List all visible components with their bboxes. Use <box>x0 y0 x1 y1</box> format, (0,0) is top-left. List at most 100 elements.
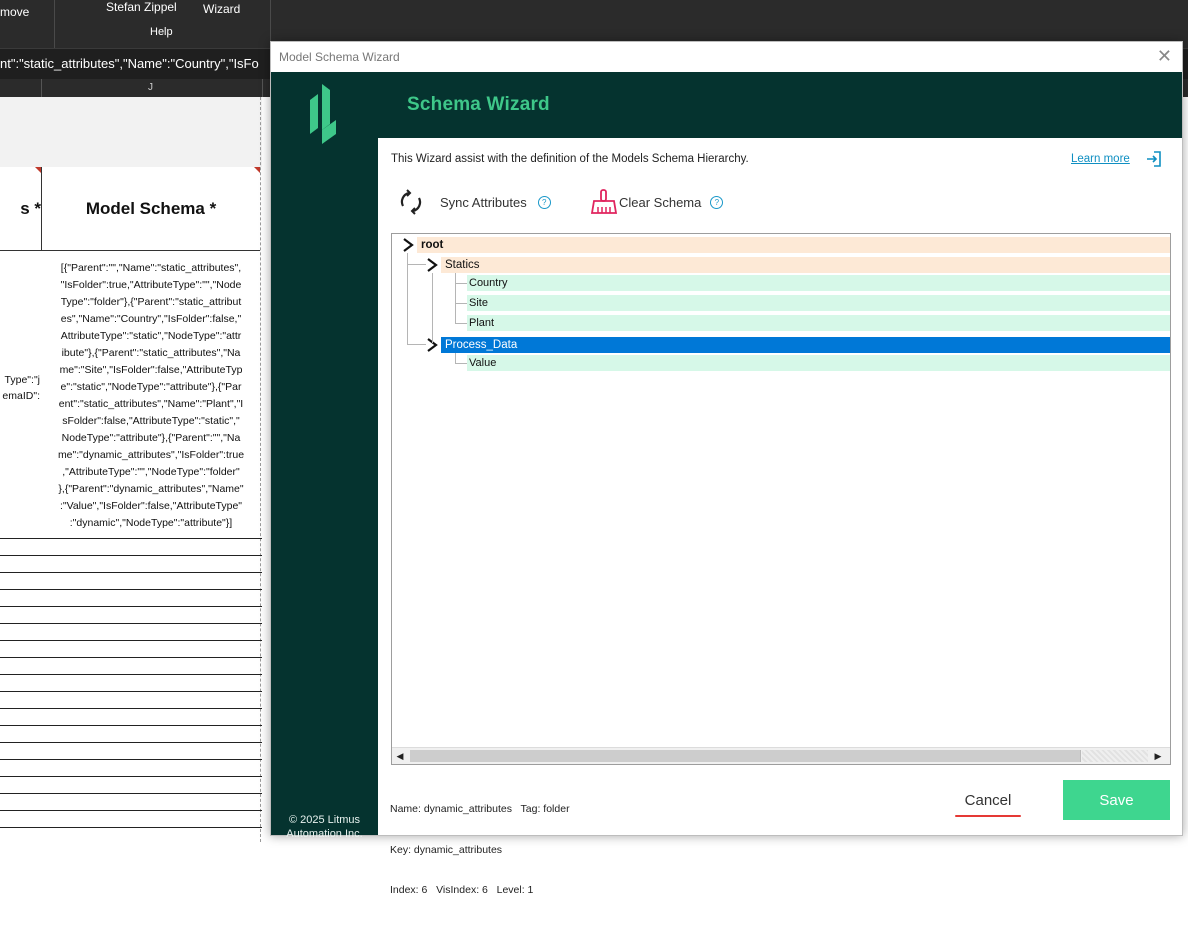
tree-node-statics[interactable]: Statics <box>392 257 1170 273</box>
row-line <box>0 623 262 624</box>
intro-text: This Wizard assist with the definition o… <box>391 153 749 165</box>
json-line: ent":"static_attributes","Name":"Plant",… <box>58 398 244 410</box>
json-line: es","Name":"Country","IsFolder":false," <box>60 313 242 325</box>
scrollbar-track[interactable] <box>1082 750 1148 762</box>
tree-node-label: Value <box>469 357 497 369</box>
brand-sidebar: © 2025 Litmus Automation Inc. <box>271 72 378 840</box>
dialog-titlebar[interactable]: Model Schema Wizard ✕ <box>271 42 1182 72</box>
help-icon[interactable]: ? <box>710 195 724 209</box>
json-line: e":"static","NodeType":"attribute"},{"Pa… <box>60 381 242 393</box>
copyright-line: © 2025 Litmus <box>288 814 361 826</box>
tree-node-label: root <box>421 239 444 251</box>
json-line: sFolder":false,"AttributeType":"static",… <box>62 415 240 427</box>
tree-node-site[interactable]: Site <box>392 295 1170 311</box>
json-line: me":"Site","IsFolder":false,"AttributeTy… <box>59 364 243 376</box>
dialog-title: Model Schema Wizard <box>279 50 400 64</box>
json-line: ibute"},{"Parent":"static_attributes","N… <box>61 347 241 359</box>
row-line <box>0 538 262 539</box>
tree-node-label: Statics <box>445 259 480 271</box>
json-line: [{"Parent":"","Name":"static_attributes"… <box>60 262 242 274</box>
close-icon[interactable]: ✕ <box>1157 46 1172 66</box>
row-line <box>0 776 262 777</box>
dialog-content: This Wizard assist with the definition o… <box>378 138 1182 896</box>
copyright-text: © 2025 Litmus Automation Inc. <box>271 813 378 841</box>
row-line <box>0 555 262 556</box>
json-line: AttributeType":"static","NodeType":"attr <box>60 330 242 342</box>
ribbon-help-group: Help <box>150 26 173 38</box>
row-line <box>0 640 262 641</box>
tree-node-process-data[interactable]: Process_Data <box>392 337 1170 353</box>
header-model-schema-text: Model Schema * <box>85 198 217 218</box>
ribbon-wizard-button[interactable]: Wizard <box>203 2 240 16</box>
cancel-button[interactable]: Cancel <box>953 780 1023 820</box>
json-line: :"dynamic","NodeType":"attribute"}] <box>69 517 233 529</box>
json-line: ,"AttributeType":"","NodeType":"folder" <box>62 466 240 478</box>
scroll-right-icon[interactable]: ▶ <box>1150 748 1166 764</box>
scrollbar-thumb[interactable] <box>410 750 1081 762</box>
broom-icon <box>590 189 618 214</box>
node-status-info: Name: dynamic_attributes Tag: folder Key… <box>390 776 570 925</box>
status-line: Key: dynamic_attributes <box>390 843 503 856</box>
learn-more-link[interactable]: Learn more <box>1071 153 1130 165</box>
chevron-right-icon[interactable] <box>402 238 414 252</box>
json-line: me":"dynamic_attributes","IsFolder":true <box>57 449 245 461</box>
left-fragment-line: emaID": <box>2 390 40 402</box>
row-line <box>0 674 262 675</box>
save-button[interactable]: Save <box>1063 780 1170 820</box>
scroll-left-icon[interactable]: ◀ <box>392 748 408 764</box>
litmus-logo-icon <box>310 84 336 144</box>
help-icon[interactable]: ? <box>537 195 551 209</box>
header-cell-fragment-text: s * <box>20 198 41 218</box>
exit-arrow-icon[interactable] <box>1145 150 1163 168</box>
ribbon-user-name: Stefan Zippel <box>106 0 177 14</box>
row-line <box>0 572 262 573</box>
horizontal-scrollbar[interactable]: ◀ ▶ <box>392 747 1170 764</box>
dialog-header: Schema Wizard <box>378 72 1182 138</box>
status-line: Name: dynamic_attributes Tag: folder <box>390 803 570 815</box>
ribbon-remove-fragment[interactable]: move <box>0 5 29 19</box>
sync-attributes-button[interactable]: Sync Attributes ? <box>398 188 551 216</box>
model-schema-wizard-dialog: Model Schema Wizard ✕ © 2025 Litmus Auto… <box>270 41 1183 896</box>
tree-node-label: Plant <box>469 317 495 329</box>
column-letter-j[interactable]: J <box>148 82 153 93</box>
tree-node-label: Site <box>469 297 488 309</box>
tree-node-country[interactable]: Country <box>392 275 1170 291</box>
row-line <box>0 793 262 794</box>
tree-node-plant[interactable]: Plant <box>392 315 1170 331</box>
clear-schema-label: Clear Schema <box>619 194 702 210</box>
json-line: },{"Parent":"dynamic_attributes","Name" <box>58 483 244 495</box>
tree-node-root[interactable]: root <box>392 237 1170 253</box>
row-line <box>0 589 262 590</box>
json-line: NodeType":"attribute"},{"Parent":"","Na <box>61 432 241 444</box>
json-line: :"Value","IsFolder":false,"AttributeType… <box>59 500 243 512</box>
tree-node-value[interactable]: Value <box>392 355 1170 371</box>
formula-text[interactable]: nt":"static_attributes","Name":"Country"… <box>0 56 259 71</box>
header-cell-model-schema[interactable]: Model Schema * <box>42 167 260 251</box>
schema-tree[interactable]: root Statics Country Site Plant Process_… <box>391 233 1171 765</box>
json-line: "IsFolder":true,"AttributeType":"","Node <box>60 279 242 291</box>
row-line <box>0 827 262 828</box>
json-line: Type":"folder"},{"Parent":"static_attrib… <box>60 296 242 308</box>
row-line <box>0 691 262 692</box>
model-schema-json-cell[interactable]: [{"Parent":"","Name":"static_attributes"… <box>42 260 260 532</box>
copyright-line: Automation Inc. <box>286 828 363 840</box>
page-title: Schema Wizard <box>407 94 550 115</box>
chevron-right-icon[interactable] <box>426 258 438 272</box>
sync-icon <box>400 189 422 215</box>
row-line <box>0 708 262 709</box>
row-line <box>0 657 262 658</box>
header-band <box>0 97 262 167</box>
tree-node-label: Process_Data <box>445 339 518 351</box>
row-line <box>0 606 262 607</box>
left-cell-fragment[interactable]: Type":"j emaID": <box>0 372 40 404</box>
row-line <box>0 759 262 760</box>
header-cell-fragment[interactable]: s * <box>0 167 41 251</box>
clear-schema-button[interactable]: Clear Schema ? <box>590 188 724 216</box>
tree-node-label: Country <box>469 277 508 289</box>
sync-attributes-label: Sync Attributes <box>440 194 527 210</box>
row-line <box>0 810 262 811</box>
left-fragment-line: Type":"j <box>4 374 40 386</box>
status-line: Index: 6 VisIndex: 6 Level: 1 <box>390 884 534 896</box>
row-line <box>0 742 262 743</box>
row-line <box>0 725 262 726</box>
